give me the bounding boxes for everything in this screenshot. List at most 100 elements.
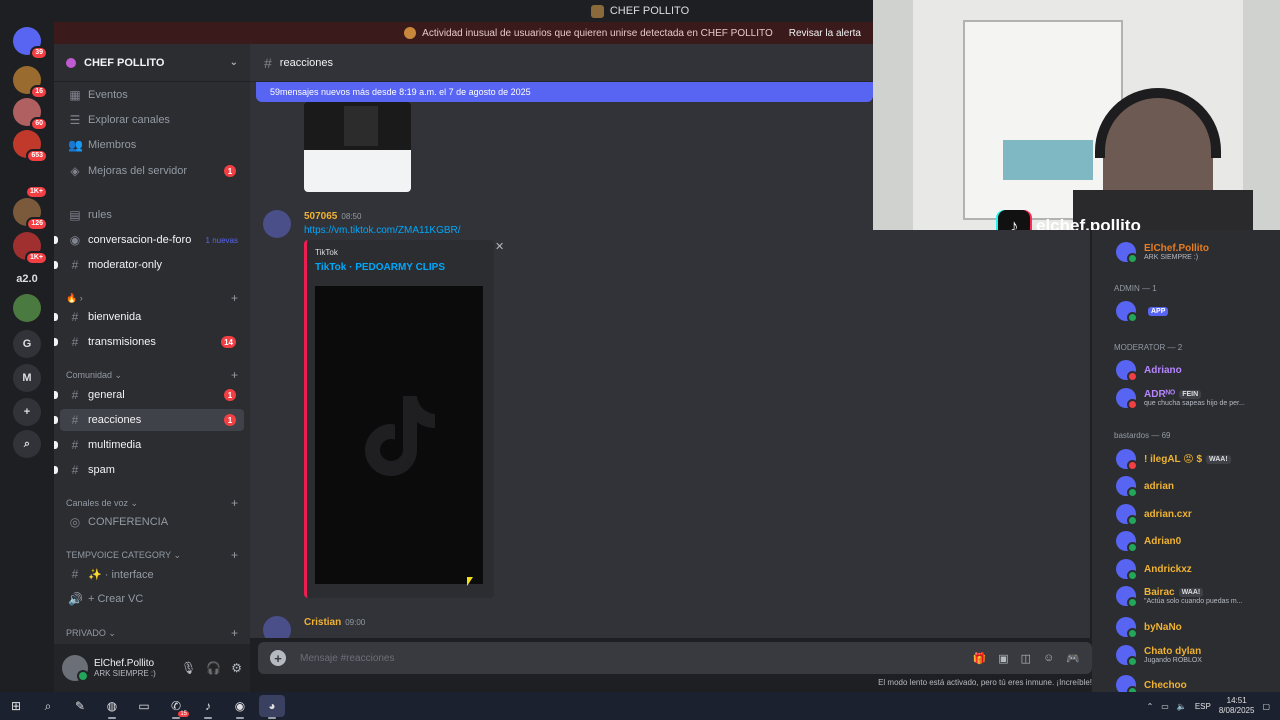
member-row[interactable]: adrian.cxr [1116, 501, 1276, 527]
message-link[interactable]: https://vm.tiktok.com/ZMA11KGBR/ [304, 225, 461, 236]
sticker-icon[interactable]: ◫ [1021, 652, 1031, 665]
create-channel-icon[interactable]: + [231, 291, 238, 305]
guild-header[interactable]: CHEF POLLITO ⌄ [54, 44, 250, 82]
add-attachment-button[interactable]: + [270, 650, 286, 666]
message-author[interactable]: Cristian 09:00 [304, 617, 365, 628]
notifications-icon[interactable]: ▢ [1262, 702, 1270, 711]
member-row[interactable]: ! ilegAL 😡 $ WAA! [1116, 446, 1276, 472]
author-name[interactable]: 507065 [304, 211, 337, 222]
tiktok-app-icon[interactable]: ♪ [195, 695, 221, 719]
chrome-icon[interactable]: ◍ [99, 695, 125, 719]
member-row[interactable]: ElChef.Pollito ARK SIEMPRE :) [1116, 239, 1276, 265]
new-messages-banner[interactable]: 59mensajes nuevos más desde 8:19 a.m. el… [256, 82, 873, 102]
channel-moderator-only[interactable]: # moderator-only [54, 254, 244, 276]
server-icon[interactable]: 16 [13, 66, 48, 99]
channel-bienvenida[interactable]: # bienvenida [54, 306, 244, 328]
member-row[interactable]: APP [1116, 298, 1276, 324]
avatar[interactable] [62, 655, 89, 682]
create-channel-icon[interactable]: + [231, 496, 238, 510]
member-row[interactable]: ADRᴺᴼ FEIN que chucha sapeas hijo de per..… [1116, 385, 1276, 411]
whatsapp-icon[interactable]: ✆ 15 [163, 695, 189, 719]
member-name: Bairac [1144, 587, 1175, 598]
member-row[interactable]: Bairac WAA! "Actúa solo cuando puedas m... [1116, 583, 1276, 609]
channel-spam[interactable]: # spam [54, 459, 244, 481]
unread-indicator [54, 261, 58, 269]
obs-icon[interactable]: ◉ [227, 695, 253, 719]
channel-crear-vc[interactable]: 🔊 + Crear VC [60, 588, 244, 610]
server-icon[interactable]: 39 [13, 27, 48, 60]
gear-icon[interactable]: ⚙ [231, 661, 242, 675]
message-input[interactable]: Mensaje #reacciones [300, 653, 395, 664]
voice-conferencia[interactable]: ◎ CONFERENCIA [60, 511, 244, 533]
mention-badge: 14 [221, 336, 236, 348]
windows-start-icon[interactable]: ⊞ [3, 695, 29, 717]
image-attachment[interactable] [304, 102, 411, 192]
category-header[interactable]: TEMPVOICE CATEGORY ⌄ + [66, 548, 238, 562]
message-author[interactable]: 507065 08:50 [304, 211, 361, 222]
server-icon[interactable]: 60 [13, 98, 48, 131]
channel-rules[interactable]: ▤ rules [60, 204, 244, 226]
author-name[interactable]: Cristian [304, 617, 341, 628]
server-icon[interactable]: 1K+ [13, 232, 48, 265]
avatar[interactable] [263, 210, 291, 238]
server-icon[interactable]: M [13, 364, 41, 392]
category-header[interactable]: Comunidad ⌄ + [66, 368, 238, 382]
chevron-up-icon[interactable]: ⌃ [1147, 702, 1154, 711]
member-row[interactable]: adrian [1116, 473, 1276, 499]
volume-icon[interactable]: 🔈 [1177, 702, 1187, 711]
channel-reacciones[interactable]: # reacciones 1 [54, 409, 244, 431]
discord-app-icon[interactable]: ◕ [259, 695, 285, 719]
nav-explorar-canales[interactable]: ☰ Explorar canales [60, 109, 244, 131]
embed-title[interactable]: TikTok · PEDOARMY CLIPS [315, 262, 445, 273]
server-icon[interactable]: 1K+ [13, 166, 48, 199]
avatar[interactable] [263, 616, 291, 638]
create-channel-icon[interactable]: + [231, 368, 238, 382]
review-alert-link[interactable]: Revisar la alerta [789, 28, 861, 39]
nav-miembros[interactable]: 👥 Miembros [60, 134, 244, 156]
emoji-icon[interactable]: ☺ [1043, 652, 1054, 665]
microphone-icon[interactable]: 🎙 [181, 661, 196, 675]
pen-app-icon[interactable]: ✎ [67, 695, 93, 717]
member-row[interactable]: Adriano [1116, 357, 1276, 383]
gift-icon[interactable]: 🎁 [973, 652, 987, 665]
headphones-icon[interactable]: 🎧 [206, 661, 221, 675]
channel-conversacion-de-foro[interactable]: ◉ conversacion-de-foro 1 nuevas [54, 229, 244, 251]
nav-eventos[interactable]: ▦ Eventos [60, 84, 244, 106]
taskbar: ⊞ ⌕ ✎ ◍ ▭ ✆ 15 ♪ ◉ ◕ ⌃ ▭ 🔈 ESP 14:51 8/08… [0, 692, 1280, 720]
create-channel-icon[interactable]: + [231, 626, 238, 640]
member-row[interactable]: Chato dylan Jugando ROBLOX [1116, 642, 1276, 668]
category-header[interactable]: PRIVADO ⌄ + [66, 626, 238, 640]
server-icon[interactable]: ⌕ [13, 430, 41, 458]
server-icon[interactable]: a2.0 [13, 265, 41, 293]
close-icon[interactable]: ✕ [495, 240, 504, 253]
server-icon[interactable]: + [13, 398, 41, 426]
search-icon[interactable]: ⌕ [35, 695, 61, 717]
member-row[interactable]: Andrickxz [1116, 556, 1276, 582]
server-icon[interactable]: 126 [13, 198, 48, 231]
member-row[interactable]: Adrian0 [1116, 528, 1276, 554]
channel-multimedia[interactable]: # multimedia [54, 434, 244, 456]
network-icon[interactable]: ▭ [1161, 702, 1169, 711]
nav-mejoras-del-servidor[interactable]: ◈ Mejoras del servidor 1 [60, 160, 244, 182]
member-info: Chechoo [1144, 680, 1187, 691]
member-row[interactable]: Chechoo [1116, 672, 1276, 692]
clock[interactable]: 14:51 8/08/2025 [1219, 696, 1255, 716]
member-row[interactable]: byNaNo [1116, 614, 1276, 640]
language-indicator[interactable]: ESP [1195, 702, 1211, 711]
category-header[interactable]: Canales de voz ⌄ + [66, 496, 238, 510]
member-name: Adriano [1144, 364, 1182, 376]
gif-icon[interactable]: ▣ [998, 652, 1008, 665]
channel-general[interactable]: # general 1 [54, 384, 244, 406]
server-label: a2.0 [16, 273, 38, 285]
category-header[interactable]: 🔥 › + [66, 291, 238, 305]
apps-icon[interactable]: 🎮 [1066, 652, 1080, 665]
create-channel-icon[interactable]: + [231, 548, 238, 562]
folder-icon[interactable]: ▭ [131, 695, 157, 717]
server-icon[interactable]: 653 [13, 130, 48, 163]
embed-video[interactable] [315, 286, 483, 584]
server-icon[interactable]: G [13, 330, 41, 358]
server-icon[interactable] [13, 294, 41, 322]
channel-interface[interactable]: # ✨ · interface [60, 563, 244, 585]
channel-type-icon: ◎ [69, 515, 81, 529]
channel-transmisiones[interactable]: # transmisiones 14 [54, 331, 244, 353]
